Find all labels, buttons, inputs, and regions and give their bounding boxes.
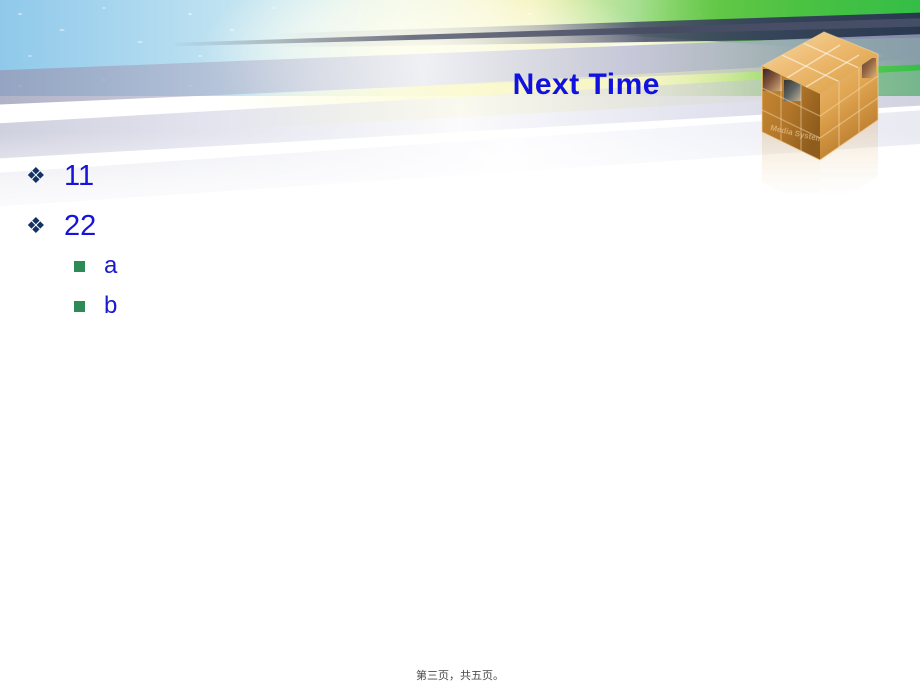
sub-bullet-item-b-label: b <box>104 292 118 320</box>
slide-canvas: Media System Next Time ❖ 11 ❖ 22 a b 第三页… <box>0 0 920 690</box>
page-footer: 第三页，共五页。 <box>416 669 504 682</box>
green-square-icon <box>74 260 85 272</box>
slide-title: Next Time <box>512 68 660 101</box>
slide-body: ❖ 11 ❖ 22 a b <box>0 160 920 338</box>
bullet-item-1[interactable]: ❖ 11 <box>0 160 920 192</box>
cube-face-label: Media System <box>770 123 824 144</box>
bullet-list-level1: ❖ 11 ❖ 22 a b <box>0 160 920 320</box>
diamond-cluster-icon: ❖ <box>26 213 46 239</box>
sub-bullet-item-a-label: a <box>104 251 118 279</box>
sub-bullet-item-a[interactable]: a <box>64 251 920 279</box>
bullet-item-2[interactable]: ❖ 22 a b <box>0 210 920 319</box>
sub-bullet-item-b[interactable]: b <box>64 293 920 319</box>
green-square-icon <box>74 301 85 313</box>
bullet-list-level2: a b <box>64 251 920 320</box>
diamond-cluster-icon: ❖ <box>26 163 46 188</box>
bullet-item-2-label: 22 <box>64 210 97 243</box>
bullet-item-1-label: 11 <box>64 160 95 192</box>
